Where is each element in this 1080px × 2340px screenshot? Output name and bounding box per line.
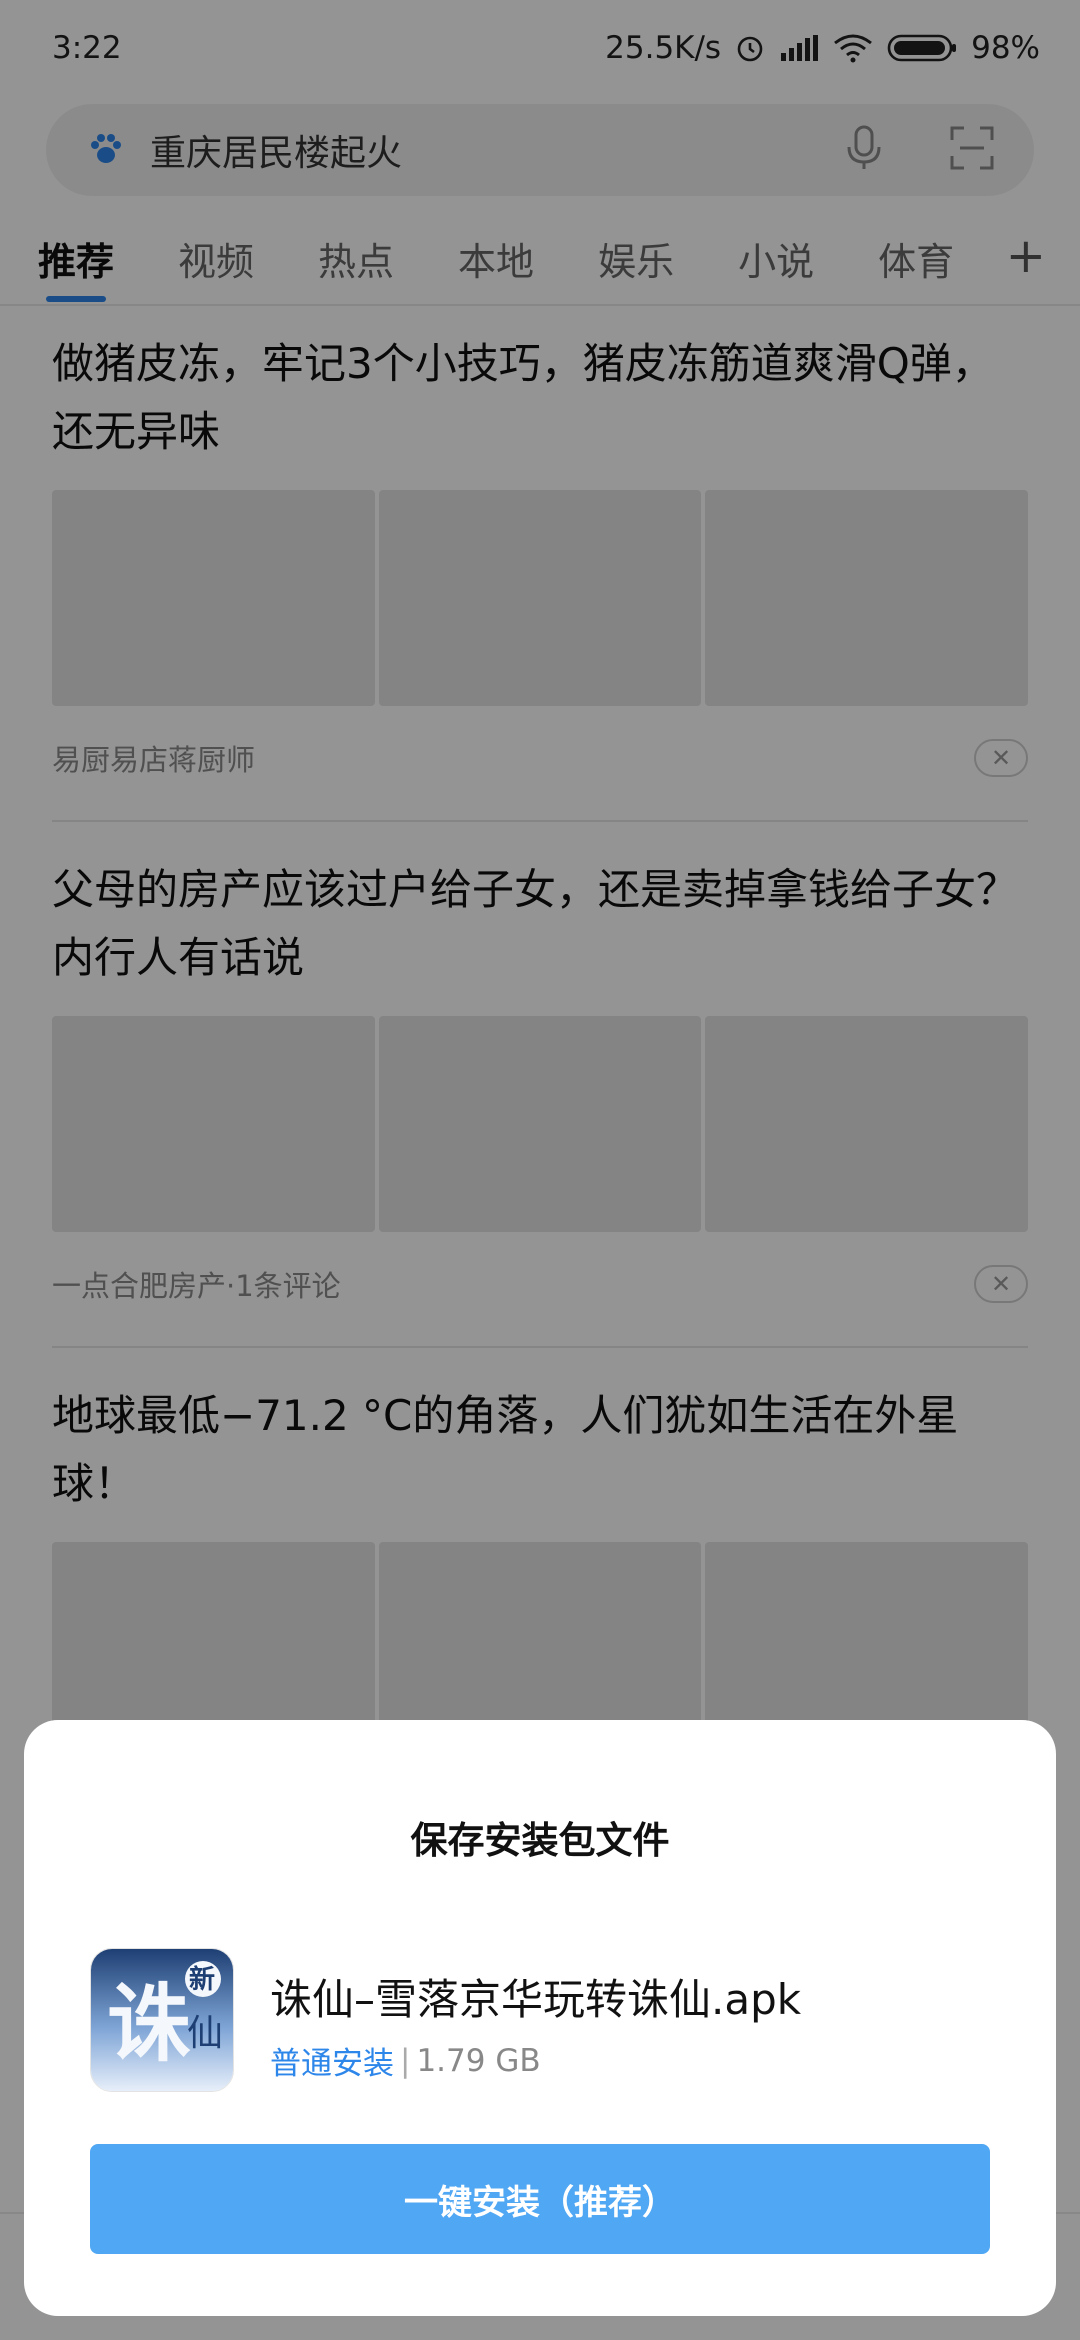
app-icon-glyph: 诛 <box>107 1974 191 2073</box>
app-icon-badge: 新 <box>189 1964 215 1995</box>
one-click-install-button[interactable]: 一键安装（推荐） <box>90 2144 990 2254</box>
dialog-title: 保存安装包文件 <box>410 1819 670 1862</box>
file-name: 诛仙–雪落京华玩转诛仙.apk <box>270 1975 802 2024</box>
file-meta: 普通安装 | 1.79 GB <box>270 2038 541 2083</box>
save-package-dialog: 保存安装包文件 诛 新 仙 诛仙–雪落京华玩转诛仙.apk 普通安装 | 1.7… <box>24 1720 1056 2316</box>
separator: | <box>400 2042 411 2079</box>
app-icon: 诛 新 仙 <box>90 1948 234 2092</box>
app-icon-sub: 仙 <box>187 2013 223 2054</box>
install-type-link[interactable]: 普通安装 <box>270 2038 394 2083</box>
file-size: 1.79 GB <box>416 2042 541 2079</box>
